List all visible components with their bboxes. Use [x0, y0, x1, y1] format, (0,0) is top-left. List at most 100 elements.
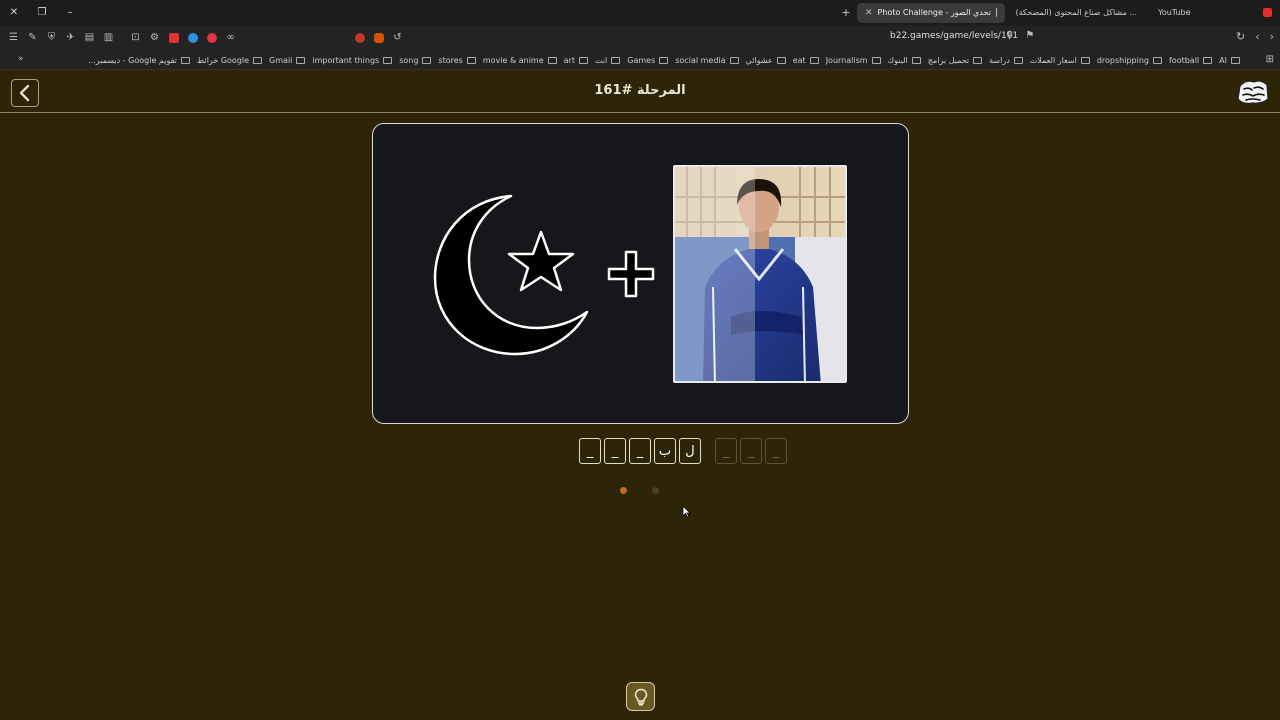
bookmark-item[interactable]: eat: [793, 56, 819, 65]
folder-icon: [422, 56, 432, 64]
tab-photo-challenge[interactable]: ✕ Photo Challenge - تحدي الصور: [857, 2, 1005, 23]
bookmark-item[interactable]: movie & anime: [483, 56, 557, 65]
bookmark-item[interactable]: دراسة: [989, 56, 1023, 65]
bookmark-item[interactable]: Journalism: [826, 56, 881, 65]
new-tab-icon[interactable]: +: [835, 6, 857, 19]
tab-youtube[interactable]: YouTube: [1150, 3, 1280, 23]
close-tab-icon[interactable]: ✕: [865, 8, 873, 18]
site-settings-icon[interactable]: ⚲: [1006, 30, 1013, 41]
bookmark-item[interactable]: AI: [1219, 56, 1240, 65]
bookmark-item[interactable]: انت: [595, 56, 621, 65]
minimize-window-icon[interactable]: –: [56, 7, 84, 18]
folder-icon: [659, 56, 669, 64]
folder-icon: [1231, 56, 1240, 64]
folder-icon: [611, 56, 621, 64]
bookmark-label: art: [563, 55, 575, 65]
glasses-icon[interactable]: ∞: [221, 32, 240, 43]
sync-icon[interactable]: ⚙: [145, 32, 164, 43]
sidebar-icon[interactable]: ▥: [99, 32, 118, 43]
answer-slot[interactable]: _: [579, 438, 601, 464]
pin-icon[interactable]: ✈: [61, 32, 80, 43]
clue-photo: [673, 165, 847, 383]
extension-red-icon[interactable]: [164, 32, 183, 43]
folder-icon: [296, 56, 306, 64]
bookmark-label: important things: [312, 55, 380, 65]
folder-icon: [253, 56, 263, 64]
folder-icon: [1013, 56, 1023, 64]
undo-icon[interactable]: ↺: [388, 32, 407, 43]
bookmark-list: AI football dropshipping اسعار العملات دراسة…: [88, 50, 1240, 70]
clue-photo-image: [675, 167, 845, 381]
tab-youtube-video[interactable]: مشاكل صناع المحتوى (المضحكة) ...: [1005, 3, 1150, 23]
shield-icon[interactable]: ⛨: [42, 32, 61, 43]
folder-icon: [1203, 56, 1213, 64]
bookmark-label: عشوائي: [745, 55, 773, 65]
bookmark-item[interactable]: عشوائي: [746, 56, 786, 65]
bookmark-item[interactable]: social media: [675, 56, 739, 65]
level-title: المرحلة #161: [594, 83, 686, 98]
answer-slot[interactable]: ب: [654, 438, 676, 464]
folder-icon: [809, 56, 819, 64]
answer-slots: _ _ _ ب ل _ _ _: [579, 438, 790, 464]
close-window-icon[interactable]: ✕: [0, 7, 28, 18]
extension-mask-icon[interactable]: [350, 32, 369, 43]
reader-icon[interactable]: ▤: [80, 32, 99, 43]
bookmark-item[interactable]: stores: [438, 56, 476, 65]
folder-icon: [729, 56, 739, 64]
folder-icon: [578, 56, 588, 64]
lightbulb-icon: [634, 688, 647, 706]
folder-icon: [973, 56, 983, 64]
bookmark-item[interactable]: art: [564, 56, 588, 65]
bookmark-label: البنوك: [887, 55, 908, 65]
bookmark-label: اسعار العملات: [1029, 55, 1077, 65]
bookmark-label: Google خرائط: [196, 55, 250, 65]
bookmark-item[interactable]: Games: [627, 56, 669, 65]
apps-grid-icon[interactable]: ⊞: [1266, 54, 1274, 65]
bookmark-label: AI: [1219, 55, 1227, 65]
translate-icon[interactable]: ⊡: [126, 32, 145, 43]
progress-dot: [652, 487, 659, 494]
game-header: المرحلة #161: [0, 71, 1280, 113]
bookmark-item[interactable]: Google خرائط: [196, 55, 263, 65]
folder-icon: [776, 56, 786, 64]
tab-title: Photo Challenge - تحدي الصور: [877, 8, 991, 17]
address-bar[interactable]: b22.games/game/levels/161: [890, 31, 1018, 41]
bookmark-item[interactable]: تحميل برامج: [928, 56, 983, 65]
extension-abp-icon[interactable]: [202, 32, 221, 43]
bookmark-icon[interactable]: ⚑: [1025, 30, 1034, 41]
bookmark-item[interactable]: Gmail: [269, 55, 306, 65]
progress-dot: [620, 487, 627, 494]
answer-slot[interactable]: _: [715, 438, 737, 464]
answer-slot[interactable]: _: [604, 438, 626, 464]
bookmark-label: movie & anime: [482, 55, 544, 65]
forward-nav-icon[interactable]: ›: [1270, 30, 1274, 43]
extension-shield-icon[interactable]: [369, 32, 388, 43]
bookmark-item[interactable]: song: [399, 56, 432, 65]
folder-icon: [547, 56, 557, 64]
tab-title: YouTube: [1158, 8, 1191, 17]
bookmark-label: Gmail: [269, 55, 293, 65]
bookmark-label: دراسة: [989, 55, 1010, 65]
reload-icon[interactable]: ↻: [1236, 30, 1245, 43]
more-bookmarks-icon[interactable]: »: [18, 54, 24, 64]
hint-button[interactable]: [626, 682, 655, 711]
bookmark-item[interactable]: important things: [312, 55, 393, 65]
bookmark-item[interactable]: dropshipping: [1097, 56, 1162, 65]
extension-blue-icon[interactable]: [183, 32, 202, 43]
folder-icon: [911, 56, 921, 64]
bookmark-item[interactable]: البنوك: [888, 56, 921, 65]
answer-slot[interactable]: _: [629, 438, 651, 464]
answer-slot[interactable]: _: [765, 438, 787, 464]
answer-slot[interactable]: ل: [679, 438, 701, 464]
tab-favicon-icon: [995, 8, 997, 17]
tools-icon[interactable]: ✎: [23, 32, 42, 43]
tab-title: مشاكل صناع المحتوى (المضحكة) ...: [1015, 8, 1137, 17]
menu-icon[interactable]: ☰: [4, 32, 23, 43]
restore-window-icon[interactable]: ❐: [28, 7, 56, 18]
bookmark-item[interactable]: اسعار العملات: [1030, 56, 1090, 65]
back-nav-icon[interactable]: ‹: [1255, 30, 1259, 43]
progress-dots: [620, 487, 659, 494]
answer-slot[interactable]: _: [740, 438, 762, 464]
bookmark-item[interactable]: football: [1169, 56, 1213, 65]
bookmark-item[interactable]: تقويم Google - ديسمبر...: [88, 56, 190, 65]
